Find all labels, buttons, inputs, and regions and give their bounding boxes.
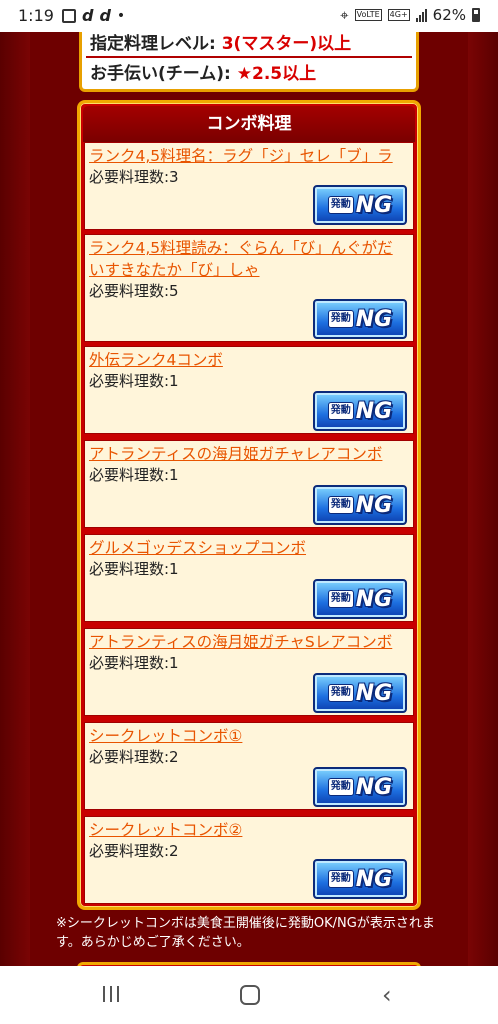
hatsu-badge: 発動 (327, 402, 354, 420)
navigation-bar: ‹ (0, 966, 498, 1024)
combo-card: ランク4,5料理名：ラグ「ジ」セレ「ブ」ラ 必要料理数:3 発動 NG (84, 142, 414, 230)
gallery-icon (62, 8, 76, 23)
ng-label: NG (355, 680, 393, 706)
activation-ng-button[interactable]: 発動 NG (313, 673, 407, 713)
cook-level-label: 指定料理レベル: (90, 34, 222, 54)
combo-link[interactable]: グルメゴッデスショップコンボ (89, 537, 407, 559)
hatsu-badge: 発動 (327, 684, 354, 702)
combo-header: コンボ料理 (83, 106, 415, 142)
combo-required: 必要料理数:1 (89, 466, 179, 484)
combo-required: 必要料理数:2 (89, 842, 179, 860)
hatsu-badge: 発動 (327, 196, 354, 214)
combo-required: 必要料理数:5 (89, 282, 179, 300)
network-icon: 4G+ (387, 9, 410, 21)
home-icon[interactable] (240, 985, 260, 1005)
combo-required: 必要料理数:1 (89, 372, 179, 390)
combo-required: 必要料理数:1 (89, 654, 179, 672)
combo-required: 必要料理数:3 (89, 168, 179, 186)
activation-ng-button[interactable]: 発動 NG (313, 391, 407, 431)
combo-link[interactable]: ランク4,5料理読み：ぐらん「び」んぐがだいすきなたか「び」しゃ (89, 237, 407, 281)
helper-value: ★2.5以上 (236, 64, 317, 84)
cook-level-row: 指定料理レベル: 3(マスター)以上 (86, 30, 412, 58)
helper-row: お手伝い(チーム): ★2.5以上 (86, 60, 412, 88)
ng-label: NG (355, 306, 393, 332)
combo-link[interactable]: 外伝ランク4コンボ (89, 349, 407, 371)
docomo-icon-2: d (99, 6, 111, 25)
combo-card: アトランティスの海月姫ガチャレアコンボ 必要料理数:1 発動 NG (84, 440, 414, 528)
back-icon[interactable]: ‹ (382, 981, 392, 1009)
combo-card: アトランティスの海月姫ガチャSレアコンボ 必要料理数:1 発動 NG (84, 628, 414, 716)
hatsu-badge: 発動 (327, 778, 354, 796)
status-bar: 1:19 d d • ⌖ VoLTE 4G+ 62% (0, 0, 498, 32)
notification-icons: d d • (62, 6, 125, 25)
recents-icon[interactable] (103, 986, 119, 1002)
combo-link[interactable]: シークレットコンボ② (89, 819, 407, 841)
helper-label: お手伝い(チーム): (90, 64, 237, 84)
hatsu-badge: 発動 (327, 496, 354, 514)
volte-icon: VoLTE (354, 9, 382, 21)
combo-link[interactable]: アトランティスの海月姫ガチャSレアコンボ (89, 631, 407, 653)
combo-link[interactable]: ランク4,5料理名：ラグ「ジ」セレ「ブ」ラ (89, 145, 407, 167)
ng-label: NG (355, 774, 393, 800)
combo-card: グルメゴッデスショップコンボ 必要料理数:1 発動 NG (84, 534, 414, 622)
combo-card: シークレットコンボ② 必要料理数:2 発動 NG (84, 816, 414, 904)
location-icon: ⌖ (340, 6, 349, 24)
docomo-icon: d (82, 6, 94, 25)
combo-link[interactable]: アトランティスの海月姫ガチャレアコンボ (89, 443, 407, 465)
activation-ng-button[interactable]: 発動 NG (313, 859, 407, 899)
signal-icon (415, 8, 427, 22)
ng-label: NG (355, 492, 393, 518)
combo-required: 必要料理数:1 (89, 560, 179, 578)
ng-label: NG (355, 866, 393, 892)
ng-label: NG (355, 192, 393, 218)
hatsu-badge: 発動 (327, 870, 354, 888)
activation-ng-button[interactable]: 発動 NG (313, 299, 407, 339)
system-icons: ⌖ VoLTE 4G+ 62% (340, 6, 480, 24)
cook-level-value: 3(マスター)以上 (221, 34, 352, 54)
combo-card: 外伝ランク4コンボ 必要料理数:1 発動 NG (84, 346, 414, 434)
activation-ng-button[interactable]: 発動 NG (313, 767, 407, 807)
activation-ng-button[interactable]: 発動 NG (313, 579, 407, 619)
activation-ng-button[interactable]: 発動 NG (313, 185, 407, 225)
combo-required: 必要料理数:2 (89, 748, 179, 766)
requirement-box: 指定料理レベル: 3(マスター)以上 お手伝い(チーム): ★2.5以上 (79, 32, 419, 92)
battery-icon (472, 8, 480, 22)
ng-label: NG (355, 586, 393, 612)
status-time: 1:19 (18, 6, 54, 25)
ng-label: NG (355, 398, 393, 424)
hatsu-badge: 発動 (327, 590, 354, 608)
more-dot: • (116, 7, 126, 24)
combo-link[interactable]: シークレットコンボ① (89, 725, 407, 747)
activation-ng-button[interactable]: 発動 NG (313, 485, 407, 525)
secret-combo-note: ※シークレットコンボは美食王開催後に発動OK/NGが表示されます。あらかじめご了… (56, 916, 435, 950)
combo-card: ランク4,5料理読み：ぐらん「び」んぐがだいすきなたか「び」しゃ 必要料理数:5… (84, 234, 414, 342)
combo-card: シークレットコンボ① 必要料理数:2 発動 NG (84, 722, 414, 810)
battery-percent: 62% (432, 6, 466, 24)
hatsu-badge: 発動 (327, 310, 354, 328)
